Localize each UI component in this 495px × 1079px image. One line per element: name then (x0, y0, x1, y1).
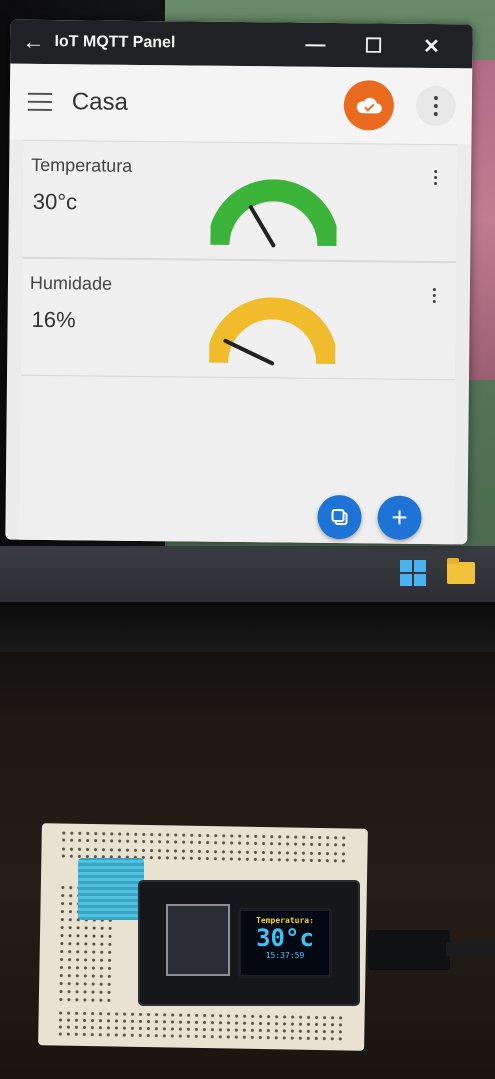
monitor-screen: ← IoT MQTT Panel — ☐ ✕ Casa Temperatura … (0, 0, 495, 602)
esp8266-module (166, 904, 230, 976)
cloud-connection-button[interactable] (343, 80, 395, 131)
gauge-needle (248, 205, 276, 248)
panel-value: 16% (31, 306, 76, 333)
humidity-gauge (209, 297, 336, 366)
usb-connector (368, 930, 450, 970)
window-title: IoT MQTT Panel (54, 33, 176, 52)
menu-icon[interactable] (27, 92, 52, 112)
panel-humidity: Humidade 16% (21, 257, 457, 381)
dht11-sensor (78, 858, 144, 920)
panel-temperature: Temperatura 30°c (22, 139, 458, 263)
maximize-button[interactable]: ☐ (344, 33, 402, 59)
gauge-needle (223, 338, 275, 366)
app-bar: Casa (9, 63, 473, 145)
panel-options-icon[interactable] (425, 165, 445, 189)
file-explorer-icon[interactable] (447, 558, 475, 584)
dashboard-title: Casa (71, 88, 129, 116)
back-arrow-icon[interactable]: ← (22, 29, 54, 55)
panel-label: Humidade (29, 272, 113, 294)
close-button[interactable]: ✕ (402, 33, 460, 59)
usb-cable (446, 942, 495, 956)
panel-options-icon[interactable] (424, 283, 444, 307)
oled-temperature: 30°c (256, 924, 314, 952)
plus-icon: + (391, 501, 408, 533)
temperature-gauge (210, 179, 338, 248)
panel-label: Temperatura (31, 154, 133, 176)
copy-icon (331, 509, 348, 526)
copy-panel-button[interactable] (317, 494, 362, 540)
windows-start-icon[interactable] (400, 560, 426, 586)
oled-display: Temperatura: 30°c 15:37:59 (238, 908, 332, 978)
minimize-button[interactable]: — (286, 33, 344, 57)
title-bar: ← IoT MQTT Panel — ☐ ✕ (10, 19, 473, 69)
oled-time: 15:37:59 (265, 951, 305, 960)
add-panel-button[interactable]: + (377, 495, 422, 540)
more-options-icon[interactable] (415, 85, 457, 127)
app-window: ← IoT MQTT Panel — ☐ ✕ Casa Temperatura … (5, 19, 473, 545)
monitor-stand (0, 602, 495, 652)
cloud-check-icon (356, 97, 382, 114)
panel-value: 30°c (32, 188, 78, 215)
